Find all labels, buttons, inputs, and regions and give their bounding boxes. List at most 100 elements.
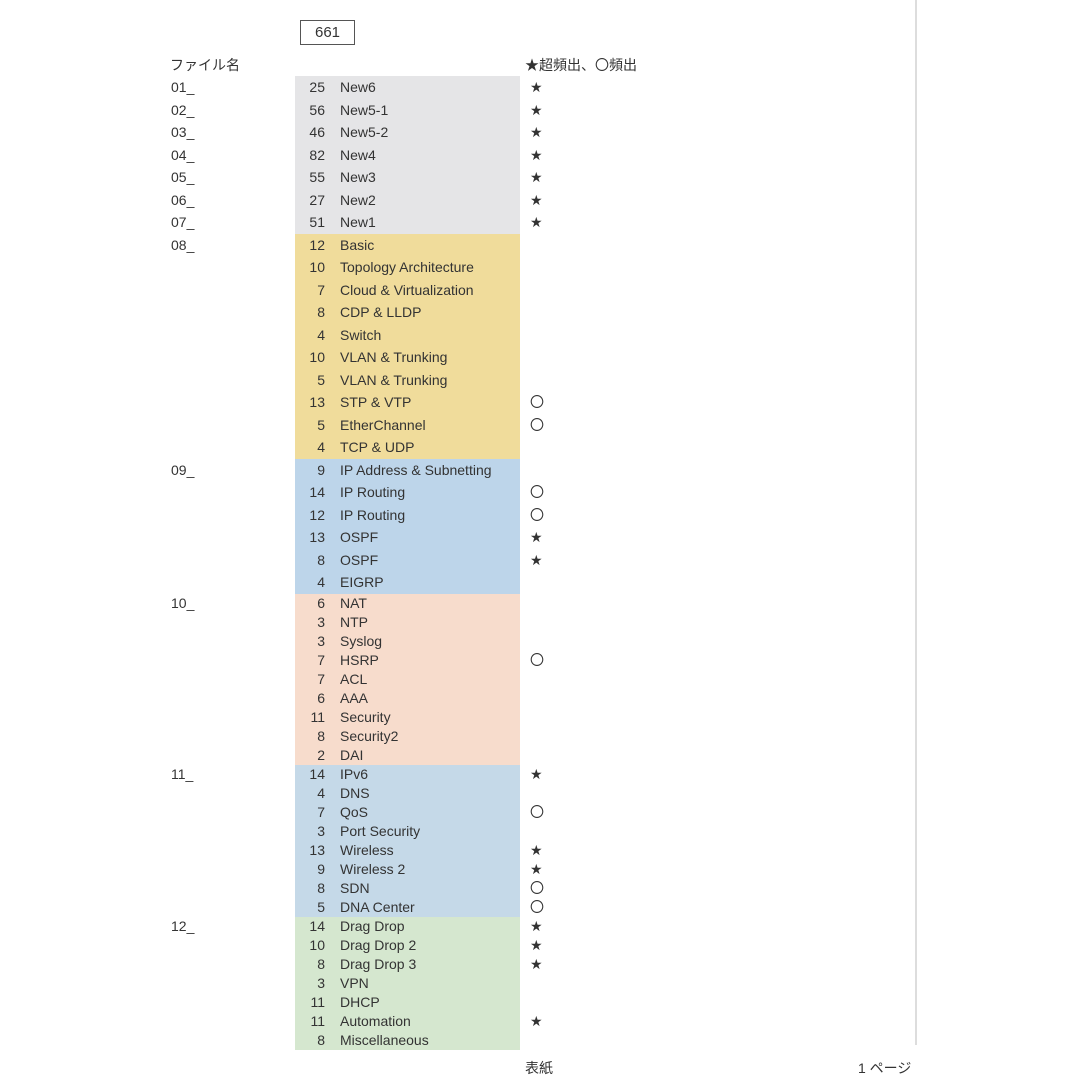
file-label: 11_ (171, 765, 271, 784)
frequency-mark: 〇 (530, 651, 550, 670)
topic-cell: Wireless 2 (340, 860, 550, 879)
topic-cell: Topology Architecture (340, 256, 550, 279)
topic-cell: VLAN & Trunking (340, 346, 550, 369)
count-cell: 5 (300, 414, 325, 437)
frequency-mark: 〇 (530, 391, 550, 414)
header-filename: ファイル名 (170, 55, 240, 75)
table-row: 13STP & VTP〇 (135, 391, 935, 414)
count-cell: 11 (300, 993, 325, 1012)
table-row: 8 CDP & LLDP (135, 301, 935, 324)
topic-cell: Drag Drop (340, 917, 550, 936)
table-row: 5EtherChannel〇 (135, 414, 935, 437)
frequency-mark: 〇 (530, 898, 550, 917)
frequency-mark: 〇 (530, 803, 550, 822)
topic-cell: New2 (340, 189, 550, 212)
count-cell: 2 (300, 746, 325, 765)
topic-cell: HSRP (340, 651, 550, 670)
table-row: 2 DAI (135, 746, 935, 765)
count-cell: 12 (300, 504, 325, 527)
count-cell: 11 (300, 1012, 325, 1031)
topic-cell: Drag Drop 3 (340, 955, 550, 974)
table-row: 10VLAN & Trunking (135, 346, 935, 369)
frequency-mark: ★ (530, 99, 550, 122)
topic-cell: VLAN & Trunking (340, 369, 550, 392)
topic-cell: DHCP (340, 993, 550, 1012)
count-cell: 4 (300, 784, 325, 803)
frequency-mark: ★ (530, 955, 550, 974)
total-count-box: 661 (300, 20, 355, 45)
table-row: 03_46New5-2★ (135, 121, 935, 144)
file-label: 12_ (171, 917, 271, 936)
topic-cell: Security2 (340, 727, 550, 746)
table-row: 7QoS〇 (135, 803, 935, 822)
count-cell: 25 (300, 76, 325, 99)
table-row: 7 HSRP〇 (135, 651, 935, 670)
frequency-mark: ★ (530, 526, 550, 549)
table-row: 6AAA (135, 689, 935, 708)
topic-cell: Switch (340, 324, 550, 347)
frequency-mark: ★ (530, 211, 550, 234)
topic-cell: Automation (340, 1012, 550, 1031)
topic-cell: ACL (340, 670, 550, 689)
topic-cell: VPN (340, 974, 550, 993)
topic-cell: CDP & LLDP (340, 301, 550, 324)
count-cell: 8 (300, 549, 325, 572)
topic-cell: STP & VTP (340, 391, 550, 414)
frequency-mark: ★ (530, 917, 550, 936)
topic-cell: New1 (340, 211, 550, 234)
count-cell: 8 (300, 879, 325, 898)
count-cell: 7 (300, 651, 325, 670)
topic-cell: Wireless (340, 841, 550, 860)
count-cell: 7 (300, 670, 325, 689)
footer-sheet-name: 表紙 (525, 1058, 553, 1078)
total-count: 661 (315, 24, 340, 41)
table-row: 4TCP & UDP (135, 436, 935, 459)
table-row: 8Miscellaneous (135, 1031, 935, 1050)
table-row: 12IP Routing〇 (135, 504, 935, 527)
count-cell: 14 (300, 765, 325, 784)
count-cell: 27 (300, 189, 325, 212)
count-cell: 82 (300, 144, 325, 167)
frequency-mark: ★ (530, 1012, 550, 1031)
table-row: 11_14IPv6★ (135, 765, 935, 784)
topic-cell: IP Routing (340, 481, 550, 504)
frequency-mark: ★ (530, 765, 550, 784)
count-cell: 46 (300, 121, 325, 144)
topic-cell: New4 (340, 144, 550, 167)
table-row: 11 Automation★ (135, 1012, 935, 1031)
count-cell: 8 (300, 301, 325, 324)
table-row: 08_12Basic (135, 234, 935, 257)
table-row: 07_51New1★ (135, 211, 935, 234)
topic-cell: SDN (340, 879, 550, 898)
count-cell: 10 (300, 256, 325, 279)
table-row: 8OSPF★ (135, 549, 935, 572)
frequency-mark: ★ (530, 121, 550, 144)
count-cell: 56 (300, 99, 325, 122)
table-row: 8Security2 (135, 727, 935, 746)
frequency-mark: 〇 (530, 414, 550, 437)
count-cell: 5 (300, 369, 325, 392)
count-cell: 4 (300, 324, 325, 347)
topic-cell: New3 (340, 166, 550, 189)
count-cell: 13 (300, 526, 325, 549)
topic-cell: Basic (340, 234, 550, 257)
table-row: 4EIGRP (135, 571, 935, 594)
table-row: 06_27New2★ (135, 189, 935, 212)
count-cell: 7 (300, 279, 325, 302)
table-row: 14IP Routing〇 (135, 481, 935, 504)
footer-page-number: 1 ページ (858, 1058, 911, 1078)
count-cell: 8 (300, 955, 325, 974)
file-label: 05_ (171, 166, 271, 189)
topic-cell: DAI (340, 746, 550, 765)
topic-cell: DNS (340, 784, 550, 803)
table-row: 05_55New3★ (135, 166, 935, 189)
frequency-mark: 〇 (530, 504, 550, 527)
table-row: 3NTP (135, 613, 935, 632)
topic-cell: Syslog (340, 632, 550, 651)
table-row: 02_56New5-1★ (135, 99, 935, 122)
table-row: 11 DHCP (135, 993, 935, 1012)
table-row: 8 Drag Drop 3★ (135, 955, 935, 974)
topic-cell: OSPF (340, 526, 550, 549)
file-label: 04_ (171, 144, 271, 167)
topic-cell: OSPF (340, 549, 550, 572)
